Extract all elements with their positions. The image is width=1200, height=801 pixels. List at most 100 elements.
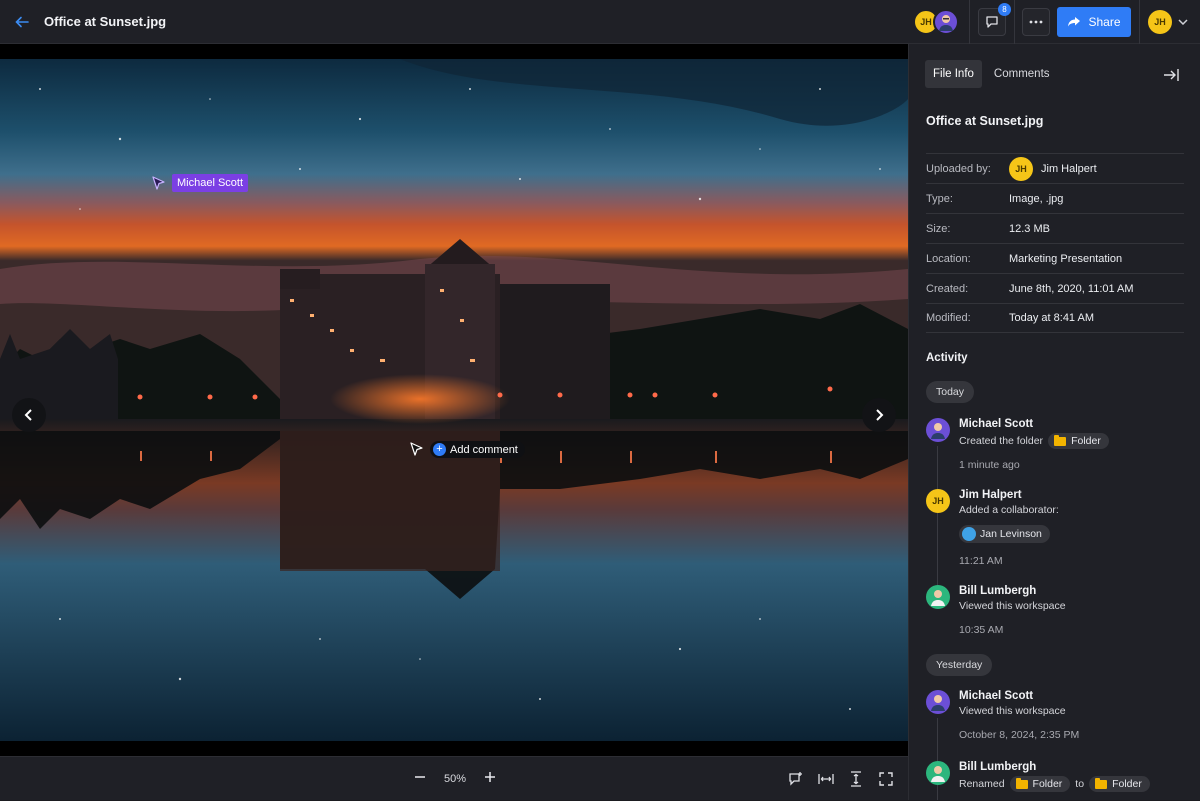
photo[interactable]: Michael Scott + Add comment xyxy=(0,59,908,741)
fit-height-button[interactable] xyxy=(848,771,864,787)
activity-time: October 8, 2024, 2:35 PM xyxy=(959,729,1080,741)
info-key: Created: xyxy=(926,282,969,295)
comments-button[interactable]: 8 xyxy=(978,3,1011,36)
zoom-controls: 50% xyxy=(414,757,496,801)
previous-image-button[interactable] xyxy=(12,398,46,432)
top-bar: Office at Sunset.jpg JH 8 Share JH xyxy=(0,0,1200,44)
fullscreen-button[interactable] xyxy=(878,771,894,787)
info-key: Type: xyxy=(926,192,953,205)
info-key: Modified: xyxy=(926,312,971,324)
activity-user: Bill Lumbergh xyxy=(959,585,1037,597)
tab-comments[interactable]: Comments xyxy=(986,60,1058,88)
folder-icon xyxy=(1015,777,1028,789)
back-arrow-icon[interactable] xyxy=(0,0,44,44)
chevron-down-icon xyxy=(1178,19,1188,25)
folder-icon xyxy=(1054,434,1067,446)
activity-time: 11:21 AM xyxy=(959,555,1003,567)
info-row: Type: Image, .jpg xyxy=(926,183,1184,213)
avatar: JH xyxy=(926,489,950,513)
share-arrow-icon xyxy=(1068,17,1081,27)
info-value: Marketing Presentation xyxy=(1009,252,1123,265)
fit-width-button[interactable] xyxy=(818,771,834,787)
info-value: Image, .jpg xyxy=(1009,192,1064,205)
info-row: Location: Marketing Presentation xyxy=(926,243,1184,273)
user-menu[interactable]: JH xyxy=(1140,10,1200,34)
activity-heading: Activity xyxy=(926,352,968,364)
info-value: Today at 8:41 AM xyxy=(1009,312,1094,324)
folder-chip[interactable]: Folder xyxy=(1048,433,1109,449)
zoom-level: 50% xyxy=(444,773,467,785)
comments-badge: 8 xyxy=(998,3,1011,16)
avatar: JH xyxy=(1009,156,1033,181)
add-comment-label: Add comment xyxy=(450,443,518,456)
activity-item: Michael Scott Created the folder Folder … xyxy=(926,418,1186,471)
activity-time: 10:35 AM xyxy=(959,624,1004,636)
file-info-list: Uploaded by: JH Jim Halpert Type: Image,… xyxy=(926,153,1184,333)
fit-width-icon xyxy=(818,774,834,784)
info-row: Modified: Today at 8:41 AM xyxy=(926,303,1184,333)
avatar[interactable] xyxy=(933,9,959,35)
activity-joiner: to xyxy=(1075,778,1085,790)
activity-user: Michael Scott xyxy=(959,690,1034,702)
avatar xyxy=(926,585,950,609)
file-title: Office at Sunset.jpg xyxy=(44,14,167,29)
info-key: Size: xyxy=(926,222,951,235)
share-button[interactable]: Share xyxy=(1057,7,1131,37)
tab-file-info[interactable]: File Info xyxy=(925,60,982,88)
activity-user: Michael Scott xyxy=(959,418,1034,430)
activity-item: Bill Lumbergh Viewed this workspace 10:3… xyxy=(926,585,1186,636)
file-info-panel: File Info Comments Office at Sunset.jpg … xyxy=(908,44,1200,800)
avatar xyxy=(926,690,950,714)
cursor-icon xyxy=(410,442,423,456)
add-comment-button[interactable]: + Add comment xyxy=(430,441,525,458)
info-row: Uploaded by: JH Jim Halpert xyxy=(926,153,1184,183)
activity-text: Added a collaborator: xyxy=(959,504,1059,516)
panel-file-name: Office at Sunset.jpg xyxy=(926,114,1044,128)
panel-tabs: File Info Comments xyxy=(925,60,1058,88)
info-value: 12.3 MB xyxy=(1009,222,1050,235)
bottom-toolbar: 50% xyxy=(0,756,908,800)
add-comment-tool-button[interactable] xyxy=(788,771,804,787)
collaborator-avatars[interactable]: JH xyxy=(913,9,959,35)
activity-user: Bill Lumbergh xyxy=(959,761,1037,773)
fullscreen-icon xyxy=(879,772,893,786)
activity-text: Renamed xyxy=(959,778,1005,790)
activity-text: Created the folder xyxy=(959,435,1044,447)
zoom-out-button[interactable] xyxy=(414,770,426,788)
activity-text: Viewed this workspace xyxy=(959,705,1066,717)
activity-time: 1 minute ago xyxy=(959,459,1020,471)
user-avatar: JH xyxy=(1148,10,1172,34)
minus-icon xyxy=(415,776,425,778)
chevron-left-icon xyxy=(24,409,32,421)
activity-item: Bill Lumbergh Renamed Folder to Folder xyxy=(926,761,1186,792)
comment-add-icon xyxy=(789,772,802,786)
collapse-panel-button[interactable] xyxy=(1162,66,1180,84)
plus-icon: + xyxy=(433,443,446,456)
more-options-button[interactable] xyxy=(1022,8,1050,36)
zoom-in-button[interactable] xyxy=(484,770,496,788)
activity-item: JH Jim Halpert Added a collaborator: Jan… xyxy=(926,489,1186,567)
day-label: Today xyxy=(926,381,975,403)
fit-height-icon xyxy=(851,771,861,787)
info-row: Created: June 8th, 2020, 11:01 AM xyxy=(926,273,1184,303)
info-row: Size: 12.3 MB xyxy=(926,213,1184,243)
next-image-button[interactable] xyxy=(862,398,896,432)
chevron-right-icon xyxy=(876,409,884,421)
collaborator-cursor-icon xyxy=(152,176,165,190)
plus-icon xyxy=(485,772,496,782)
comment-icon xyxy=(986,16,998,28)
share-label: Share xyxy=(1088,15,1121,29)
info-value: Jim Halpert xyxy=(1041,162,1097,175)
folder-chip[interactable]: Folder xyxy=(1089,776,1150,792)
day-label: Yesterday xyxy=(926,654,993,676)
image-viewer: Michael Scott + Add comment xyxy=(0,44,908,756)
avatar xyxy=(962,527,976,541)
info-key: Uploaded by: xyxy=(926,162,991,175)
activity-item: Michael Scott Viewed this workspace Octo… xyxy=(926,690,1186,741)
folder-chip[interactable]: Folder xyxy=(1009,776,1071,792)
collaborator-chip[interactable]: Jan Levinson xyxy=(959,525,1050,543)
activity-text: Viewed this workspace xyxy=(959,600,1066,612)
activity-user: Jim Halpert xyxy=(959,489,1022,501)
info-value: June 8th, 2020, 11:01 AM xyxy=(1009,282,1134,295)
ellipsis-icon xyxy=(1029,20,1043,24)
